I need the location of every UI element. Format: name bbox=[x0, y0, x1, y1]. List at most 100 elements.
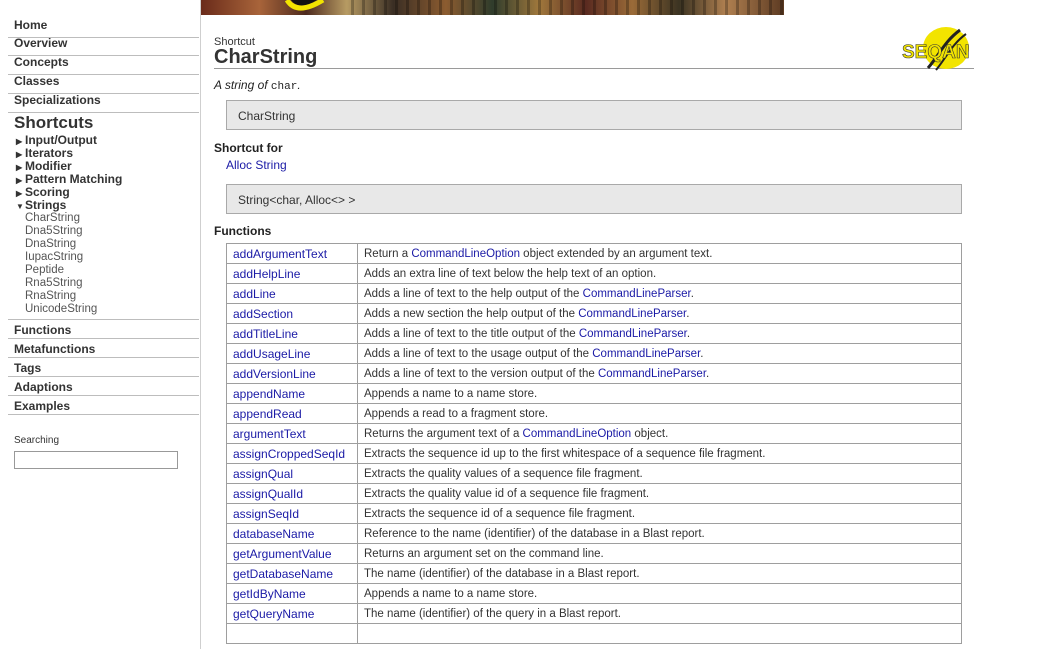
function-name-cell: appendName bbox=[226, 383, 358, 404]
description-link[interactable]: CommandLineOption bbox=[411, 248, 520, 260]
shortcut-group-label: Strings bbox=[25, 198, 67, 212]
nav-tags[interactable]: Tags bbox=[14, 361, 41, 375]
description-text: . bbox=[686, 307, 690, 320]
description-text: Returns an argument set on the command l… bbox=[364, 547, 604, 560]
book-spine bbox=[560, 0, 563, 15]
table-row: argumentText Returns the argument text of… bbox=[226, 423, 962, 444]
function-link[interactable]: addTitleLine bbox=[233, 327, 298, 341]
nav-specializations[interactable]: Specializations bbox=[14, 93, 101, 107]
book-spine bbox=[714, 0, 717, 15]
function-description-cell: Reference to the name (identifier) of th… bbox=[357, 523, 962, 544]
description-link[interactable]: CommandLineParser bbox=[598, 368, 706, 380]
string-item-peptide[interactable]: Peptide bbox=[25, 264, 64, 276]
function-link[interactable]: getDatabaseName bbox=[233, 567, 333, 581]
nav-metafunctions[interactable]: Metafunctions bbox=[14, 342, 95, 356]
book-spine bbox=[758, 0, 761, 15]
string-item-charstring[interactable]: CharString bbox=[25, 212, 80, 224]
string-item-dnastring[interactable]: DnaString bbox=[25, 238, 76, 250]
nav-divider bbox=[8, 414, 199, 415]
book-spine bbox=[681, 0, 684, 15]
sidebar-navigation: Shortcuts Searching Home Overview Concepts… bbox=[0, 0, 201, 649]
book-spine bbox=[450, 0, 453, 15]
function-link[interactable]: addVersionLine bbox=[233, 367, 316, 381]
function-link[interactable]: addLine bbox=[233, 287, 276, 301]
function-name-cell: getArgumentValue bbox=[226, 543, 358, 564]
function-description-cell: Extracts the sequence id up to the first… bbox=[357, 443, 962, 464]
description-link[interactable]: CommandLineOption bbox=[523, 428, 632, 440]
string-item-rna5string[interactable]: Rna5String bbox=[25, 277, 83, 289]
functions-heading: Functions bbox=[214, 224, 272, 238]
function-link[interactable]: appendName bbox=[233, 387, 305, 401]
table-row: databaseName Reference to the name (ident… bbox=[226, 523, 962, 544]
table-row: addTitleLine Adds a line of text to the t… bbox=[226, 323, 962, 344]
nav-concepts[interactable]: Concepts bbox=[14, 55, 69, 69]
function-description-cell bbox=[357, 623, 962, 644]
function-name-cell: getIdByName bbox=[226, 583, 358, 604]
function-link[interactable]: argumentText bbox=[233, 427, 306, 441]
function-link[interactable]: addUsageLine bbox=[233, 347, 310, 361]
function-description-cell: Return a CommandLineOption object extend… bbox=[357, 243, 962, 264]
function-link[interactable]: databaseName bbox=[233, 527, 314, 541]
string-item-unicodestring[interactable]: UnicodeString bbox=[25, 303, 97, 315]
table-row: assignCroppedSeqId Extracts the sequence … bbox=[226, 443, 962, 464]
table-row: assignSeqId Extracts the sequence id of a… bbox=[226, 503, 962, 524]
description-link[interactable]: CommandLineParser bbox=[592, 348, 700, 360]
function-link[interactable]: getIdByName bbox=[233, 587, 306, 601]
string-item-dna5string[interactable]: Dna5String bbox=[25, 225, 83, 237]
function-link[interactable]: addSection bbox=[233, 307, 293, 321]
nav-adaptions[interactable]: Adaptions bbox=[14, 380, 73, 394]
book-spine bbox=[373, 0, 376, 15]
description-text: Appends a name to a name store. bbox=[364, 587, 538, 600]
book-spine bbox=[747, 0, 750, 15]
nav-functions[interactable]: Functions bbox=[14, 323, 71, 337]
table-row: getDatabaseName The name (identifier) of … bbox=[226, 563, 962, 584]
nav-divider bbox=[8, 112, 199, 113]
table-row: assignQualId Extracts the quality value i… bbox=[226, 483, 962, 504]
book-spine bbox=[736, 0, 739, 15]
book-spine bbox=[670, 0, 673, 15]
function-link[interactable]: addArgumentText bbox=[233, 247, 327, 261]
function-description-cell: Appends a read to a fragment store. bbox=[357, 403, 962, 424]
shortcut-group-strings[interactable]: ▼Strings bbox=[16, 199, 66, 213]
function-link[interactable]: assignCroppedSeqId bbox=[233, 447, 345, 461]
shortcuts-heading: Shortcuts bbox=[14, 113, 94, 132]
nav-classes[interactable]: Classes bbox=[14, 74, 59, 88]
function-description-cell: Appends a name to a name store. bbox=[357, 583, 962, 604]
string-item-rnastring[interactable]: RnaString bbox=[25, 290, 76, 302]
function-link[interactable]: getQueryName bbox=[233, 607, 314, 621]
function-link[interactable]: assignQual bbox=[233, 467, 293, 481]
description-text: . bbox=[706, 367, 710, 380]
function-description-cell: Returns an argument set on the command l… bbox=[357, 543, 962, 564]
description-link[interactable]: CommandLineParser bbox=[583, 288, 691, 300]
description-link[interactable]: CommandLineParser bbox=[578, 308, 686, 320]
table-row: getQueryName The name (identifier) of the… bbox=[226, 603, 962, 624]
function-link[interactable]: appendRead bbox=[233, 407, 302, 421]
nav-home[interactable]: Home bbox=[14, 18, 47, 32]
function-link[interactable]: assignSeqId bbox=[233, 507, 299, 521]
function-link[interactable]: assignQualId bbox=[233, 487, 303, 501]
book-spine bbox=[384, 0, 387, 15]
description-link[interactable]: CommandLineParser bbox=[579, 328, 687, 340]
nav-examples[interactable]: Examples bbox=[14, 399, 70, 413]
seqan-logo-icon[interactable]: SEQAN bbox=[900, 24, 974, 72]
alloc-string-link[interactable]: Alloc String bbox=[226, 158, 287, 172]
table-row: appendRead Appends a read to a fragment s… bbox=[226, 403, 962, 424]
function-name-cell: assignSeqId bbox=[226, 503, 358, 524]
book-spine bbox=[637, 0, 640, 15]
function-link[interactable]: addHelpLine bbox=[233, 267, 300, 281]
description-text: Adds an extra line of text below the hel… bbox=[364, 267, 657, 280]
function-name-cell: addLine bbox=[226, 283, 358, 304]
description-text: Extracts the sequence id up to the first… bbox=[364, 447, 766, 460]
string-item-iupacstring[interactable]: IupacString bbox=[25, 251, 83, 263]
function-name-cell: addSection bbox=[226, 303, 358, 324]
nav-overview[interactable]: Overview bbox=[14, 36, 67, 50]
table-row: addLine Adds a line of text to the help o… bbox=[226, 283, 962, 304]
shortcut-code-box: String<char, Alloc<> > bbox=[226, 184, 962, 214]
function-link[interactable]: getArgumentValue bbox=[233, 547, 332, 561]
function-description-cell: Extracts the quality value id of a seque… bbox=[357, 483, 962, 504]
description-text: Extracts the sequence id of a sequence f… bbox=[364, 507, 636, 520]
search-input[interactable] bbox=[14, 451, 178, 469]
book-spine bbox=[483, 0, 486, 15]
table-row: addHelpLine Adds an extra line of text be… bbox=[226, 263, 962, 284]
function-name-cell bbox=[226, 623, 358, 644]
